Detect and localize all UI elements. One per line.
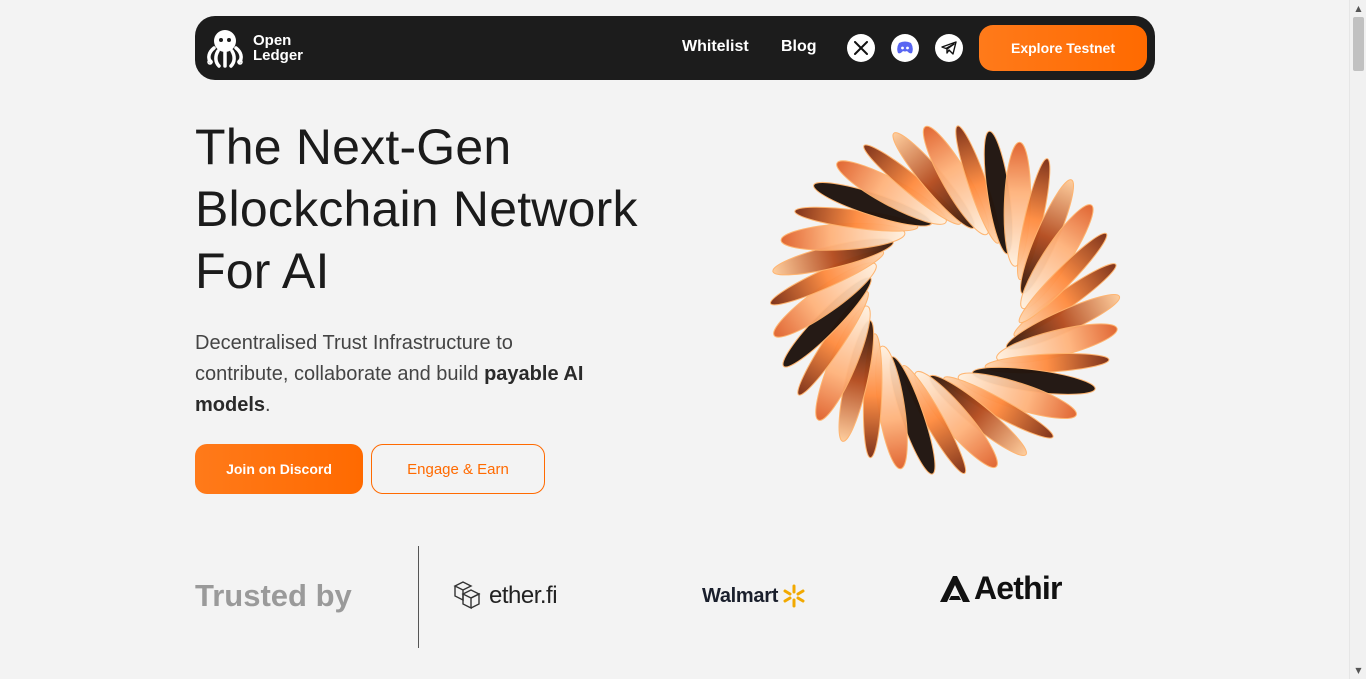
- hero-title: The Next-Gen Blockchain Network For AI: [195, 116, 735, 302]
- hero-title-line1: The Next-Gen: [195, 119, 512, 175]
- brand-line1: Open: [253, 32, 292, 49]
- x-icon: [854, 41, 868, 55]
- brand-name: Open Ledger: [253, 33, 303, 63]
- telegram-social-button[interactable]: [935, 34, 963, 62]
- top-navbar: Open Ledger Whitelist Blog Explore Testn…: [195, 16, 1155, 80]
- aethir-logo-icon: [940, 575, 970, 602]
- trusted-by-heading: Trusted by: [195, 578, 352, 613]
- partner-logo-aethir: Aethir: [938, 570, 1062, 607]
- join-discord-button[interactable]: Join on Discord: [195, 444, 363, 494]
- etherfi-wordmark: ether.fi: [489, 582, 558, 609]
- brand-logo[interactable]: Open Ledger: [203, 26, 303, 70]
- scroll-up-arrow-icon[interactable]: ▲: [1350, 0, 1366, 17]
- hero-subtitle-text: Decentralised Trust Infrastructure to co…: [195, 332, 513, 385]
- x-social-button[interactable]: [847, 34, 875, 62]
- discord-social-button[interactable]: [891, 34, 919, 62]
- hero-title-line2: Blockchain Network: [195, 181, 638, 237]
- etherfi-logo-icon: [453, 581, 481, 610]
- hero-subtitle-end: .: [265, 394, 271, 416]
- discord-icon: [897, 41, 913, 54]
- hero-ring-illustration: [769, 125, 1121, 475]
- trusted-divider: [418, 546, 419, 648]
- hero-subtitle: Decentralised Trust Infrastructure to co…: [195, 328, 605, 421]
- scroll-thumb[interactable]: [1353, 17, 1364, 71]
- scroll-down-arrow-icon[interactable]: ▼: [1350, 662, 1366, 679]
- octopus-logo-icon: [207, 30, 243, 68]
- partner-logo-etherfi: ether.fi: [449, 578, 558, 614]
- hero-title-line3: For AI: [195, 243, 330, 299]
- engage-earn-button[interactable]: Engage & Earn: [371, 444, 545, 494]
- walmart-wordmark: Walmart: [702, 584, 779, 607]
- telegram-icon: [941, 41, 957, 55]
- aethir-wordmark: Aethir: [974, 570, 1062, 606]
- explore-testnet-button[interactable]: Explore Testnet: [979, 25, 1147, 71]
- nav-link-whitelist[interactable]: Whitelist: [682, 38, 749, 56]
- brand-line2: Ledger: [253, 47, 304, 64]
- page-scrollbar[interactable]: ▲ ▼: [1349, 0, 1366, 679]
- nav-link-blog[interactable]: Blog: [781, 38, 817, 56]
- partner-logo-walmart: Walmart: [702, 583, 807, 609]
- walmart-spark-icon: [783, 584, 805, 608]
